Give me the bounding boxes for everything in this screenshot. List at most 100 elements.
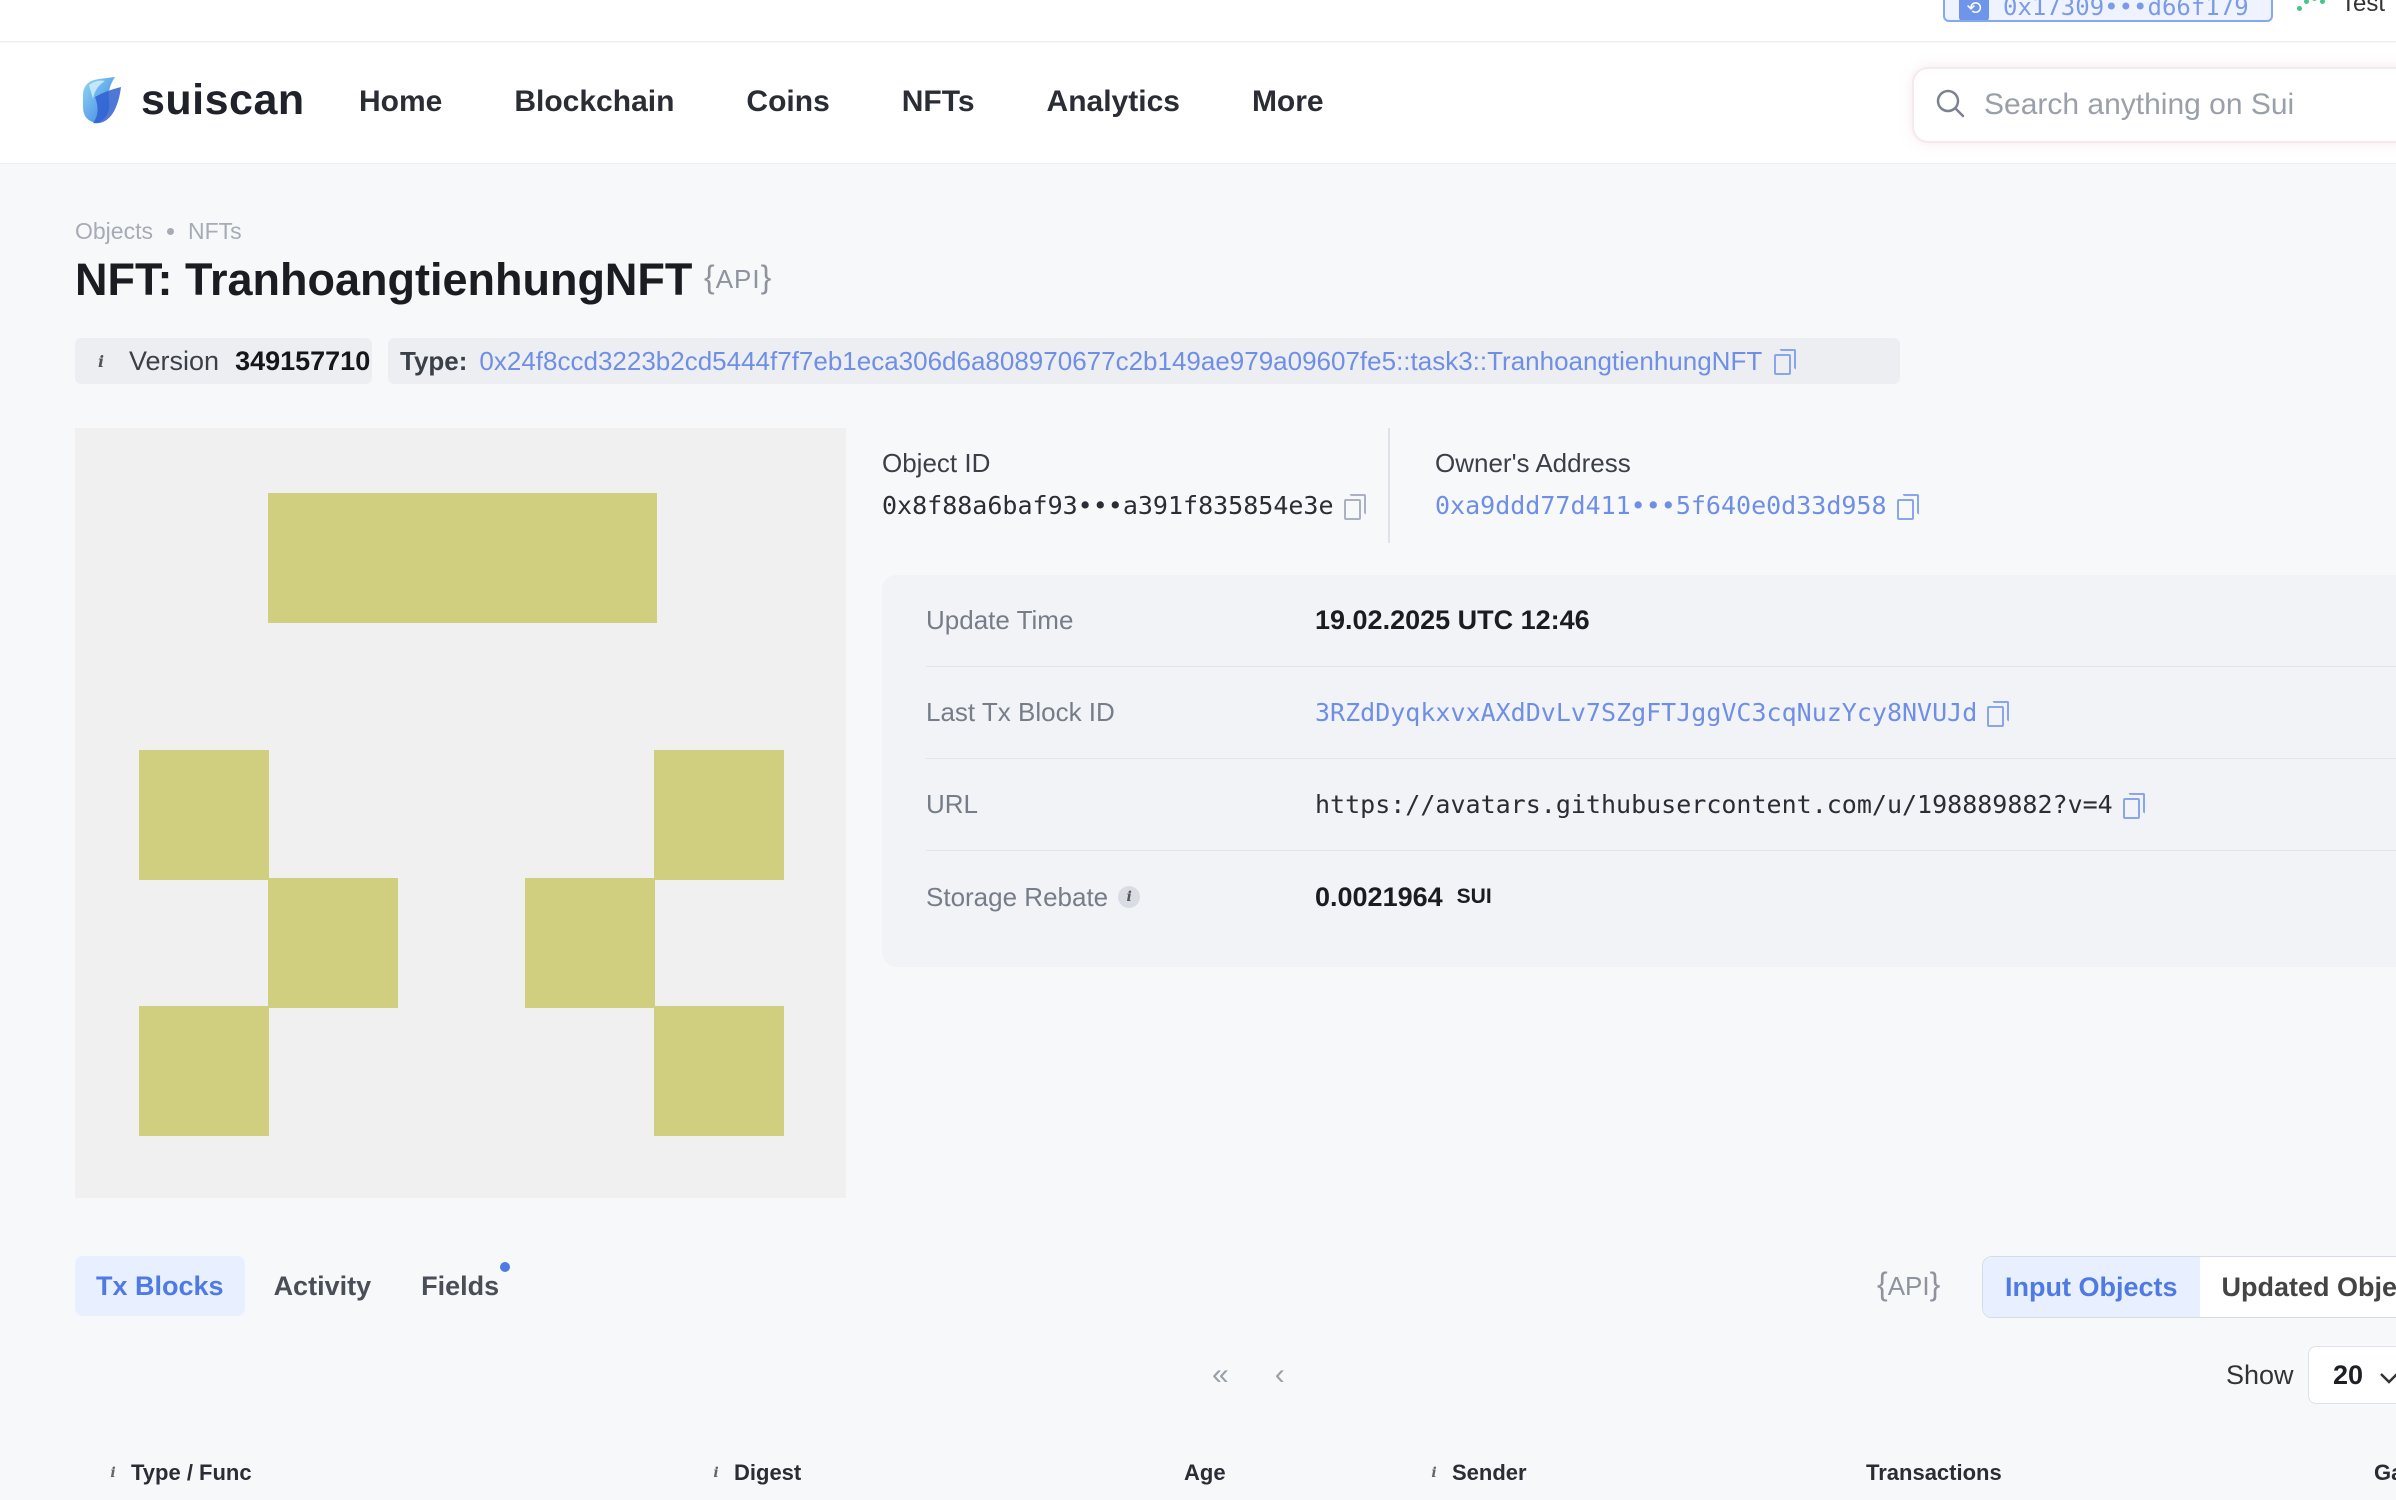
details-card: Update Time 19.02.2025 UTC 12:46 Last Tx… bbox=[882, 575, 2396, 967]
search-icon bbox=[1934, 87, 1966, 124]
detail-label: Storage Rebate bbox=[926, 881, 1109, 912]
wallet-button[interactable]: ⟲ 0x17309•••d66f179 bbox=[1943, 0, 2273, 22]
detail-label: URL bbox=[926, 789, 979, 819]
url-value: https://avatars.githubusercontent.com/u/… bbox=[1315, 790, 2113, 819]
column-digest: i Digest bbox=[706, 1460, 801, 1486]
detail-row-storage-rebate: Storage Rebate i 0.0021964 SUI bbox=[926, 851, 2396, 943]
detail-value-row: 3RZdDyqkxvxAXdDvLv7SZgFTJggVC3cqNuzYcy8N… bbox=[1315, 698, 2010, 727]
wallet-address: 0x17309•••d66f179 bbox=[2003, 0, 2249, 21]
object-id-label: Object ID bbox=[882, 448, 991, 478]
main-nav: Home Blockchain Coins NFTs Analytics Mor… bbox=[359, 85, 1396, 119]
network-label: Test bbox=[2341, 0, 2386, 17]
owner-label: Owner's Address bbox=[1435, 448, 1631, 478]
column-type-func: i Type / Func bbox=[103, 1460, 252, 1486]
breadcrumb-nfts[interactable]: NFTs bbox=[188, 218, 242, 245]
copy-icon[interactable] bbox=[1774, 349, 1797, 375]
detail-row-url: URL https://avatars.githubusercontent.co… bbox=[926, 759, 2396, 851]
page-size-select[interactable]: 20 bbox=[2308, 1346, 2396, 1404]
logo[interactable]: suiscan bbox=[75, 73, 305, 127]
info-icon[interactable]: i bbox=[1118, 886, 1141, 908]
column-label: Digest bbox=[734, 1460, 802, 1485]
api-label: API bbox=[1887, 1271, 1930, 1301]
api-button[interactable]: {API} bbox=[1877, 1266, 1940, 1303]
breadcrumb-objects[interactable]: Objects bbox=[75, 218, 153, 245]
table-header: i Type / Func i Digest Age i Sender Tran… bbox=[0, 1460, 2396, 1500]
column-label: Sender bbox=[1452, 1460, 1527, 1485]
top-strip: ⟲ 0x17309•••d66f179 Test bbox=[0, 0, 2396, 42]
nft-pixel bbox=[654, 750, 784, 880]
owner-address-link[interactable]: 0xa9ddd77d411•••5f640e0d33d958 bbox=[1435, 491, 1887, 520]
api-label: API bbox=[715, 264, 761, 294]
copy-icon[interactable] bbox=[1987, 700, 2010, 727]
owner-block: Owner's Address 0xa9ddd77d411•••5f640e0d… bbox=[1435, 448, 1919, 520]
detail-value-row: 0.0021964 SUI bbox=[1315, 882, 1492, 913]
nav-home[interactable]: Home bbox=[359, 85, 442, 119]
nft-pixel bbox=[525, 878, 655, 1008]
divider bbox=[1388, 428, 1390, 543]
last-tx-block-link[interactable]: 3RZdDyqkxvxAXdDvLv7SZgFTJggVC3cqNuzYcy8N… bbox=[1315, 698, 1977, 727]
nav-more[interactable]: More bbox=[1252, 85, 1324, 119]
column-label: Gas bbox=[2374, 1460, 2396, 1485]
nav-coins[interactable]: Coins bbox=[746, 85, 829, 119]
nft-pixel bbox=[268, 878, 398, 1008]
version-value: 349157710 bbox=[235, 345, 371, 376]
type-chip: Type: 0x24f8ccd3223b2cd5444f7f7eb1eca306… bbox=[388, 338, 1900, 384]
updated-objects-button[interactable]: Updated Objects bbox=[2200, 1257, 2396, 1317]
object-id-row: 0x8f88a6baf93•••a391f835854e3e bbox=[882, 491, 1366, 520]
nft-pixel bbox=[268, 493, 657, 623]
object-id-value: 0x8f88a6baf93•••a391f835854e3e bbox=[882, 491, 1334, 520]
detail-label-row: Storage Rebate i bbox=[926, 882, 1315, 913]
column-transactions: Transactions bbox=[1866, 1460, 2002, 1486]
storage-rebate-unit: SUI bbox=[1456, 885, 1492, 908]
copy-icon[interactable] bbox=[1343, 493, 1366, 520]
nft-pixel bbox=[139, 750, 269, 880]
column-label: Age bbox=[1184, 1460, 1226, 1485]
info-icon[interactable]: i bbox=[706, 1463, 726, 1483]
detail-row-last-tx-block: Last Tx Block ID 3RZdDyqkxvxAXdDvLv7SZgF… bbox=[926, 667, 2396, 759]
api-button[interactable]: {API} bbox=[704, 259, 772, 296]
object-id-block: Object ID 0x8f88a6baf93•••a391f835854e3e bbox=[882, 448, 1366, 520]
info-icon[interactable]: i bbox=[103, 1463, 123, 1483]
network-indicator[interactable]: Test bbox=[2295, 0, 2385, 18]
nft-pixel bbox=[654, 1006, 784, 1136]
page-size-value: 20 bbox=[2333, 1359, 2364, 1390]
tab-activity[interactable]: Activity bbox=[253, 1256, 393, 1316]
prev-page-icon[interactable]: ‹ bbox=[1275, 1358, 1285, 1392]
input-objects-button[interactable]: Input Objects bbox=[1983, 1257, 2200, 1317]
object-tabs: Tx Blocks Activity Fields bbox=[75, 1256, 520, 1316]
tab-fields[interactable]: Fields bbox=[400, 1256, 520, 1316]
nav-nfts[interactable]: NFTs bbox=[902, 85, 975, 119]
copy-icon[interactable] bbox=[2122, 792, 2145, 819]
notification-dot bbox=[500, 1262, 511, 1272]
search-box bbox=[1914, 69, 2396, 141]
chevron-down-icon bbox=[2379, 1360, 2396, 1391]
column-sender: i Sender bbox=[1424, 1460, 1527, 1486]
network-status-icon bbox=[2295, 0, 2329, 14]
detail-label: Update Time bbox=[926, 605, 1074, 635]
page-title: NFT: TranhoangtienhungNFT bbox=[75, 254, 693, 305]
type-value-link[interactable]: 0x24f8ccd3223b2cd5444f7f7eb1eca306d6a808… bbox=[479, 346, 1762, 377]
nft-image bbox=[75, 428, 846, 1198]
info-icon[interactable]: i bbox=[89, 349, 113, 373]
breadcrumb-separator bbox=[166, 228, 174, 235]
column-label: Type / Func bbox=[131, 1460, 252, 1485]
objects-filter-toggle: Input Objects Updated Objects bbox=[1982, 1256, 2396, 1318]
logo-text: suiscan bbox=[141, 75, 305, 124]
first-page-icon[interactable]: « bbox=[1212, 1358, 1229, 1392]
detail-row-update-time: Update Time 19.02.2025 UTC 12:46 bbox=[926, 575, 2396, 667]
tab-tx-blocks[interactable]: Tx Blocks bbox=[75, 1256, 245, 1316]
storage-rebate-value: 0.0021964 bbox=[1315, 881, 1443, 912]
nav-blockchain[interactable]: Blockchain bbox=[514, 85, 674, 119]
owner-row: 0xa9ddd77d411•••5f640e0d33d958 bbox=[1435, 491, 1919, 520]
nft-pixel bbox=[139, 1006, 269, 1136]
detail-value: 19.02.2025 UTC 12:46 bbox=[1315, 605, 1590, 635]
column-age: Age bbox=[1184, 1460, 1226, 1486]
info-icon[interactable]: i bbox=[1424, 1463, 1444, 1483]
column-gas: Gas bbox=[2374, 1460, 2396, 1486]
copy-icon[interactable] bbox=[1896, 493, 1919, 520]
type-label: Type: bbox=[400, 345, 468, 376]
version-chip: i Version 349157710 bbox=[75, 338, 372, 384]
search-input[interactable] bbox=[1984, 88, 2396, 122]
nav-analytics[interactable]: Analytics bbox=[1047, 85, 1180, 119]
wallet-icon: ⟲ bbox=[1959, 0, 1989, 20]
